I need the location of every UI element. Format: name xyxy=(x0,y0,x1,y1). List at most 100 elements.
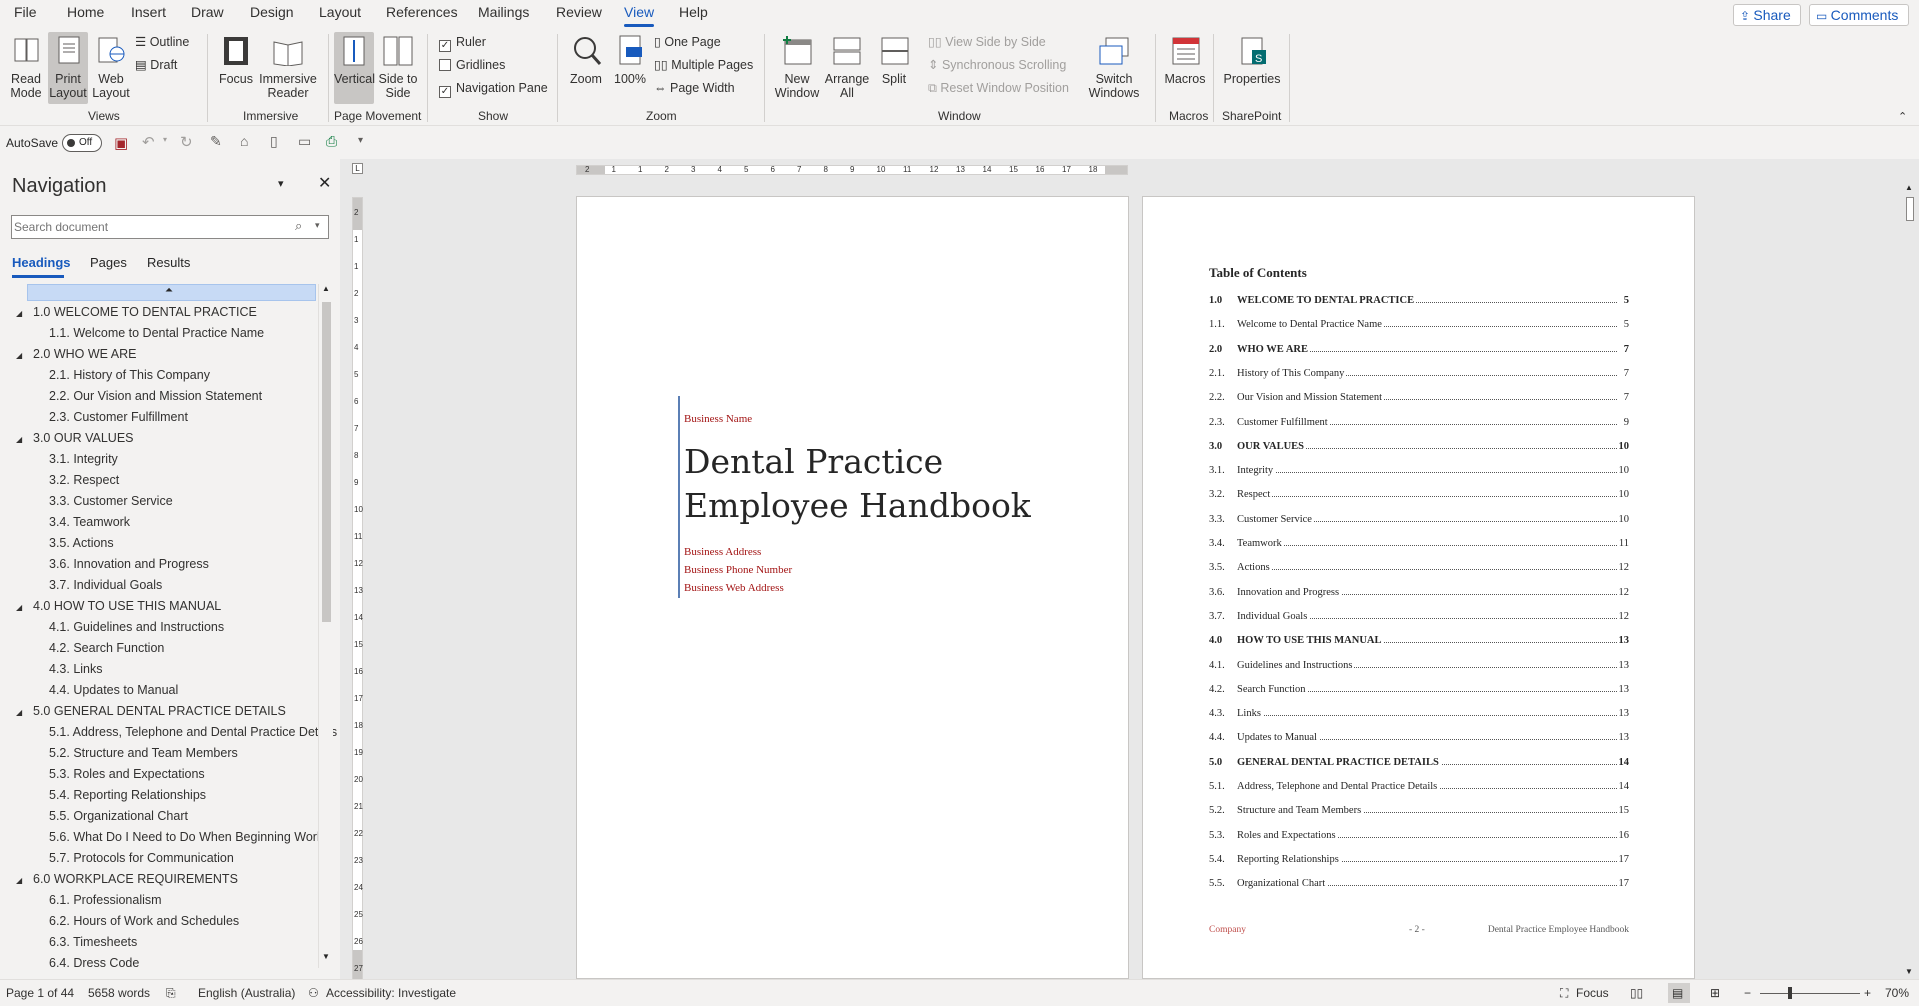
toc-entry[interactable]: 3.3. Customer Service 10 xyxy=(1209,513,1629,530)
view-side-by-side-button[interactable]: ▯▯ View Side by Side xyxy=(928,34,1046,50)
new-window-button[interactable]: New Window xyxy=(772,32,822,104)
collapse-triangle-icon[interactable]: ◢ xyxy=(16,876,22,885)
focus-mode-label[interactable]: Focus xyxy=(1576,986,1609,1000)
scroll-thumb[interactable] xyxy=(322,302,331,622)
nav-heading-item[interactable]: 4.0 HOW TO USE THIS MANUAL xyxy=(33,599,221,613)
nav-heading-item[interactable]: 4.3. Links xyxy=(49,662,103,676)
toc-entry[interactable]: 4.3. Links 13 xyxy=(1209,708,1629,724)
scroll-up-icon[interactable]: ▲ xyxy=(322,284,330,293)
nav-heading-item[interactable]: 2.1. History of This Company xyxy=(49,368,210,382)
toc-entry[interactable]: 5.0 GENERAL DENTAL PRACTICE DETAILS 14 xyxy=(1209,756,1629,773)
zoom-out-icon[interactable]: − xyxy=(1744,986,1751,1000)
accessibility-status[interactable]: Accessibility: Investigate xyxy=(326,986,456,1000)
nav-heading-item[interactable]: 3.0 OUR VALUES xyxy=(33,431,134,445)
web-layout-view-icon[interactable]: ⊞ xyxy=(1710,986,1720,1000)
new-document-icon[interactable]: ▯ xyxy=(270,133,278,150)
zoom-100-button[interactable]: 100% xyxy=(610,32,650,104)
document-scrollbar[interactable]: ▲ ▼ xyxy=(1902,183,1917,979)
tab-review[interactable]: Review xyxy=(556,4,602,20)
page-width-button[interactable]: ⇔ Page Width xyxy=(654,80,735,96)
toc-entry[interactable]: 3.2. Respect 10 xyxy=(1209,489,1629,505)
proofing-icon[interactable]: ⎘ xyxy=(166,986,176,1001)
toc-page[interactable]: Table of Contents 1.0 WELCOME TO DENTAL P… xyxy=(1142,196,1695,979)
synchronous-scrolling-button[interactable]: ⇕ Synchronous Scrolling xyxy=(928,57,1066,73)
nav-heading-item[interactable]: 4.2. Search Function xyxy=(49,641,164,655)
navigation-pane-checkbox[interactable]: ✓ Navigation Pane xyxy=(439,80,548,98)
collapse-triangle-icon[interactable]: ◢ xyxy=(16,351,22,360)
toc-entry[interactable]: 4.2. Search Function 13 xyxy=(1209,683,1629,700)
nav-heading-item[interactable]: 6.1. Professionalism xyxy=(49,893,162,907)
word-count[interactable]: 5658 words xyxy=(88,986,150,1000)
tab-insert[interactable]: Insert xyxy=(131,4,166,20)
customize-toolbar-icon[interactable]: ▾ xyxy=(358,135,363,146)
tab-mailings[interactable]: Mailings xyxy=(478,4,529,20)
nav-heading-item[interactable]: 3.2. Respect xyxy=(49,473,119,487)
zoom-slider-thumb[interactable] xyxy=(1788,987,1792,999)
read-mode-button[interactable]: Read Mode xyxy=(6,32,46,104)
scroll-thumb[interactable] xyxy=(1906,197,1914,221)
redo-icon[interactable]: ↻ xyxy=(180,133,193,151)
vertical-ruler[interactable]: 2 1 1 2 3 4 5 6 7 8 9 10 11 12 13 14 15 16 17 18 19 20 21 22 23 2… xyxy=(352,197,363,980)
nav-heading-item[interactable]: 3.1. Integrity xyxy=(49,452,118,466)
spelling-icon[interactable]: ✎ xyxy=(210,133,222,150)
search-document-box[interactable]: ⌕ ▾ xyxy=(11,215,329,239)
toc-entry[interactable]: 2.0 WHO WE ARE 7 xyxy=(1209,343,1629,360)
language[interactable]: English (Australia) xyxy=(198,986,295,1000)
nav-heading-item[interactable]: 5.6. What Do I Need to Do When Beginning… xyxy=(49,830,330,844)
one-page-button[interactable]: ▯ One Page xyxy=(654,34,721,50)
nav-heading-item[interactable]: 1.0 WELCOME TO DENTAL PRACTICE xyxy=(33,305,257,319)
page-count[interactable]: Page 1 of 44 xyxy=(6,986,74,1000)
accessibility-icon[interactable]: ⚇ xyxy=(308,986,319,1000)
tab-file[interactable]: File xyxy=(14,4,37,20)
open-folder-icon[interactable]: ⌂ xyxy=(240,133,248,149)
toc-entry[interactable]: 4.1. Guidelines and Instructions 13 xyxy=(1209,659,1629,676)
nav-heading-item[interactable]: 2.2. Our Vision and Mission Statement xyxy=(49,389,262,403)
toc-entry[interactable]: 3.1. Integrity 10 xyxy=(1209,465,1629,481)
tab-layout[interactable]: Layout xyxy=(319,4,361,20)
read-mode-view-icon[interactable]: ▯▯ xyxy=(1630,986,1643,1000)
toc-entry[interactable]: 5.2. Structure and Team Members 15 xyxy=(1209,805,1629,821)
immersive-reader-button[interactable]: Immersive Reader xyxy=(258,32,318,104)
search-input[interactable] xyxy=(14,218,284,236)
nav-heading-item[interactable]: 5.2. Structure and Team Members xyxy=(49,746,238,760)
toc-entry[interactable]: 2.3. Customer Fulfillment 9 xyxy=(1209,416,1629,433)
properties-button[interactable]: S Properties xyxy=(1222,32,1282,104)
nav-heading-item[interactable]: 3.5. Actions xyxy=(49,536,114,550)
save-icon[interactable]: ▣ xyxy=(114,134,128,152)
toc-entry[interactable]: 5.3. Roles and Expectations 16 xyxy=(1209,829,1629,846)
nav-heading-item[interactable]: 4.4. Updates to Manual xyxy=(49,683,178,697)
collapse-triangle-icon[interactable]: ◢ xyxy=(16,708,22,717)
tab-draw[interactable]: Draw xyxy=(191,4,224,20)
close-icon[interactable]: ✕ xyxy=(318,173,331,193)
nav-heading-item[interactable]: 6.4. Dress Code xyxy=(49,956,139,970)
arrange-all-button[interactable]: Arrange All xyxy=(824,32,870,104)
collapse-triangle-icon[interactable]: ◢ xyxy=(16,603,22,612)
nav-heading-item[interactable]: 5.7. Protocols for Communication xyxy=(49,851,234,865)
nav-heading-item[interactable]: 6.0 WORKPLACE REQUIREMENTS xyxy=(33,872,238,886)
print-icon[interactable]: ⎙ xyxy=(326,133,337,150)
nav-heading-item[interactable]: 3.7. Individual Goals xyxy=(49,578,162,592)
scroll-up-icon[interactable]: ▲ xyxy=(1905,183,1913,192)
toc-entry[interactable]: 3.0 OUR VALUES 10 xyxy=(1209,440,1629,457)
ruler-checkbox[interactable]: ✓ Ruler xyxy=(439,34,486,52)
nav-heading-item[interactable]: 6.3. Timesheets xyxy=(49,935,137,949)
tab-headings[interactable]: Headings xyxy=(12,255,71,270)
nav-scrollbar[interactable]: ▲ ▼ xyxy=(318,284,333,968)
pane-options-icon[interactable]: ▾ xyxy=(278,177,284,190)
tab-selector[interactable]: L xyxy=(352,163,363,174)
nav-heading-item[interactable]: 1.1. Welcome to Dental Practice Name xyxy=(49,326,264,340)
print-layout-button[interactable]: Print Layout xyxy=(48,32,88,104)
tab-home[interactable]: Home xyxy=(67,4,104,20)
toc-entry[interactable]: 1.0 WELCOME TO DENTAL PRACTICE 5 xyxy=(1209,295,1629,311)
draft-button[interactable]: ▤ Draft xyxy=(135,57,177,73)
print-layout-view-icon[interactable]: ▤ xyxy=(1672,986,1683,1000)
toc-entry[interactable]: 2.2. Our Vision and Mission Statement 7 xyxy=(1209,392,1629,408)
collapse-all-bar[interactable]: ⏶ xyxy=(27,284,316,301)
toc-entry[interactable]: 5.1. Address, Telephone and Dental Practi… xyxy=(1209,781,1629,797)
undo-dropdown-icon[interactable]: ▾ xyxy=(163,135,167,144)
macros-button[interactable]: Macros xyxy=(1163,32,1207,104)
tab-design[interactable]: Design xyxy=(250,4,294,20)
reset-window-position-button[interactable]: ⧉ Reset Window Position xyxy=(928,80,1069,96)
zoom-button[interactable]: Zoom xyxy=(566,32,606,104)
autosave-toggle[interactable]: Off xyxy=(62,134,102,152)
